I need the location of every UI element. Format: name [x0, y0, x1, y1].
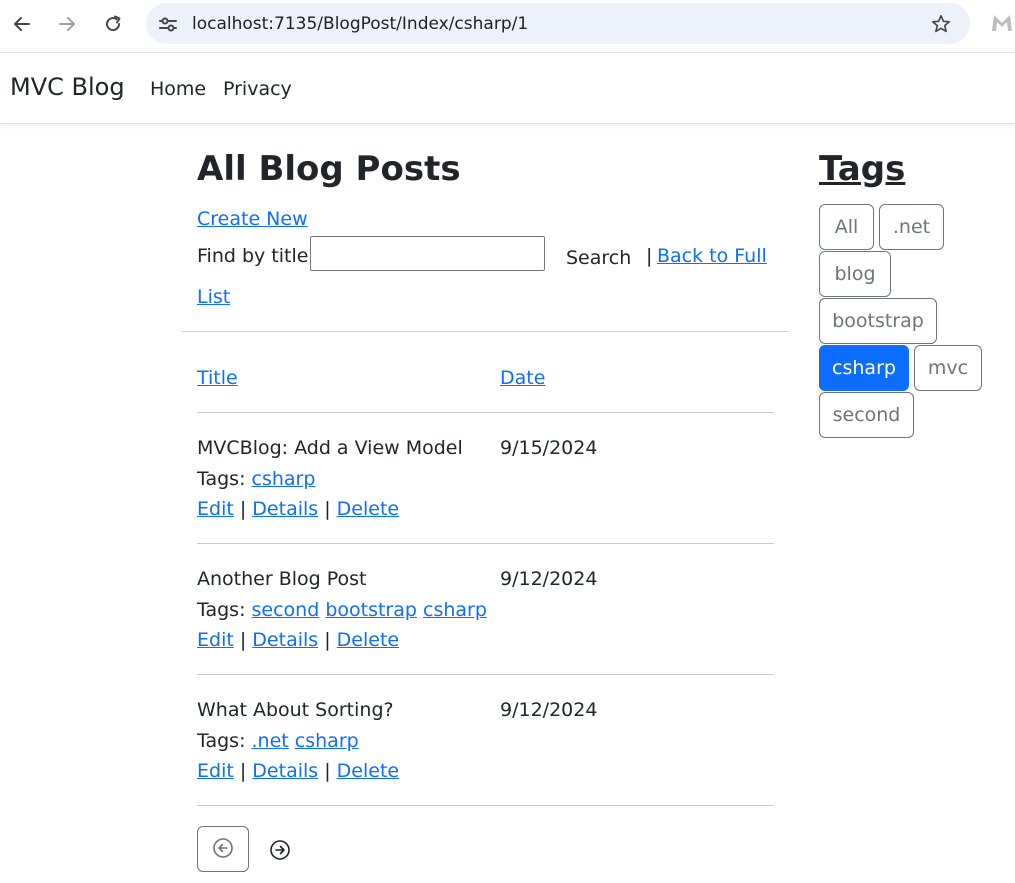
- bookmark-star-icon[interactable]: [930, 13, 952, 39]
- back-arrow-icon[interactable]: [10, 12, 34, 36]
- action-separator: |: [239, 498, 247, 520]
- details-link[interactable]: Details: [252, 760, 318, 782]
- tag-button-csharp[interactable]: csharp: [819, 345, 909, 391]
- details-link[interactable]: Details: [252, 498, 318, 520]
- delete-link[interactable]: Delete: [337, 629, 399, 651]
- tag-button-all[interactable]: All: [819, 204, 874, 250]
- forward-arrow-icon[interactable]: [55, 12, 79, 36]
- arrow-right-circle-icon: [269, 839, 291, 865]
- next-page-button[interactable]: [268, 840, 292, 864]
- column-header-title-link[interactable]: Title: [197, 367, 238, 389]
- post-tags: Tags: csharp: [197, 468, 315, 490]
- post-tags: Tags: second bootstrap csharp: [197, 599, 487, 621]
- edit-link[interactable]: Edit: [197, 760, 234, 782]
- nav-home-link[interactable]: Home: [150, 78, 206, 100]
- post-title: What About Sorting?: [197, 699, 394, 721]
- row-divider: [197, 674, 774, 675]
- post-title: MVCBlog: Add a View Model: [197, 437, 463, 459]
- arrow-left-circle-icon: [212, 837, 234, 862]
- tag-button-dotnet[interactable]: .net: [879, 204, 944, 250]
- tag-link-dotnet[interactable]: .net: [252, 730, 289, 752]
- tags-prefix: Tags:: [197, 730, 246, 752]
- tags-heading: Tags: [819, 149, 906, 189]
- tag-link-csharp[interactable]: csharp: [252, 468, 316, 490]
- post-date: 9/15/2024: [500, 437, 598, 459]
- search-input[interactable]: [310, 236, 545, 271]
- tag-button-blog[interactable]: blog: [819, 251, 891, 297]
- delete-link[interactable]: Delete: [337, 498, 399, 520]
- action-separator: |: [324, 498, 331, 520]
- column-header-date-link[interactable]: Date: [500, 367, 545, 389]
- edit-link[interactable]: Edit: [197, 629, 234, 651]
- post-tags: Tags: .net csharp: [197, 730, 359, 752]
- tag-button-bootstrap[interactable]: bootstrap: [819, 298, 937, 344]
- tag-button-second[interactable]: second: [819, 392, 914, 438]
- post-title: Another Blog Post: [197, 568, 367, 590]
- post-actions: Edit | Details | Delete: [197, 760, 399, 782]
- separator-text: |: [646, 245, 653, 267]
- create-new-link[interactable]: Create New: [197, 208, 308, 230]
- brand-link[interactable]: MVC Blog: [10, 73, 125, 101]
- delete-link[interactable]: Delete: [337, 760, 399, 782]
- tags-prefix: Tags:: [197, 468, 246, 490]
- row-divider: [197, 412, 774, 413]
- post-date: 9/12/2024: [500, 568, 598, 590]
- post-actions: Edit | Details | Delete: [197, 498, 399, 520]
- row-divider: [197, 805, 774, 806]
- details-link[interactable]: Details: [252, 629, 318, 651]
- action-separator: |: [239, 760, 247, 782]
- tag-button-mvc[interactable]: mvc: [914, 345, 982, 391]
- page-title: All Blog Posts: [197, 149, 461, 189]
- back-to-full-list-link[interactable]: Back to Full: [657, 245, 767, 267]
- back-to-full-list-link-continued[interactable]: List: [197, 286, 230, 308]
- search-button[interactable]: Search: [558, 243, 639, 273]
- post-date: 9/12/2024: [500, 699, 598, 721]
- action-separator: |: [239, 629, 247, 651]
- divider: [182, 331, 789, 332]
- reload-icon[interactable]: [101, 12, 125, 36]
- nav-privacy-link[interactable]: Privacy: [223, 78, 292, 100]
- extension-m-icon[interactable]: [990, 12, 1014, 38]
- previous-page-button[interactable]: [197, 826, 249, 872]
- find-by-title-label: Find by title:: [197, 245, 315, 267]
- tag-link-csharp[interactable]: csharp: [295, 730, 359, 752]
- app-navbar: MVC Blog Home Privacy: [0, 53, 1015, 124]
- url-text[interactable]: localhost:7135/BlogPost/Index/csharp/1: [192, 14, 528, 34]
- post-actions: Edit | Details | Delete: [197, 629, 399, 651]
- action-separator: |: [324, 760, 331, 782]
- tags-prefix: Tags:: [197, 599, 246, 621]
- tag-link-second[interactable]: second: [252, 599, 320, 621]
- row-divider: [197, 543, 774, 544]
- address-bar[interactable]: localhost:7135/BlogPost/Index/csharp/1: [146, 3, 970, 44]
- browser-toolbar: localhost:7135/BlogPost/Index/csharp/1: [0, 0, 1015, 53]
- tag-link-bootstrap[interactable]: bootstrap: [325, 599, 417, 621]
- site-settings-icon[interactable]: [157, 13, 179, 39]
- edit-link[interactable]: Edit: [197, 498, 234, 520]
- tag-link-csharp[interactable]: csharp: [423, 599, 487, 621]
- action-separator: |: [324, 629, 331, 651]
